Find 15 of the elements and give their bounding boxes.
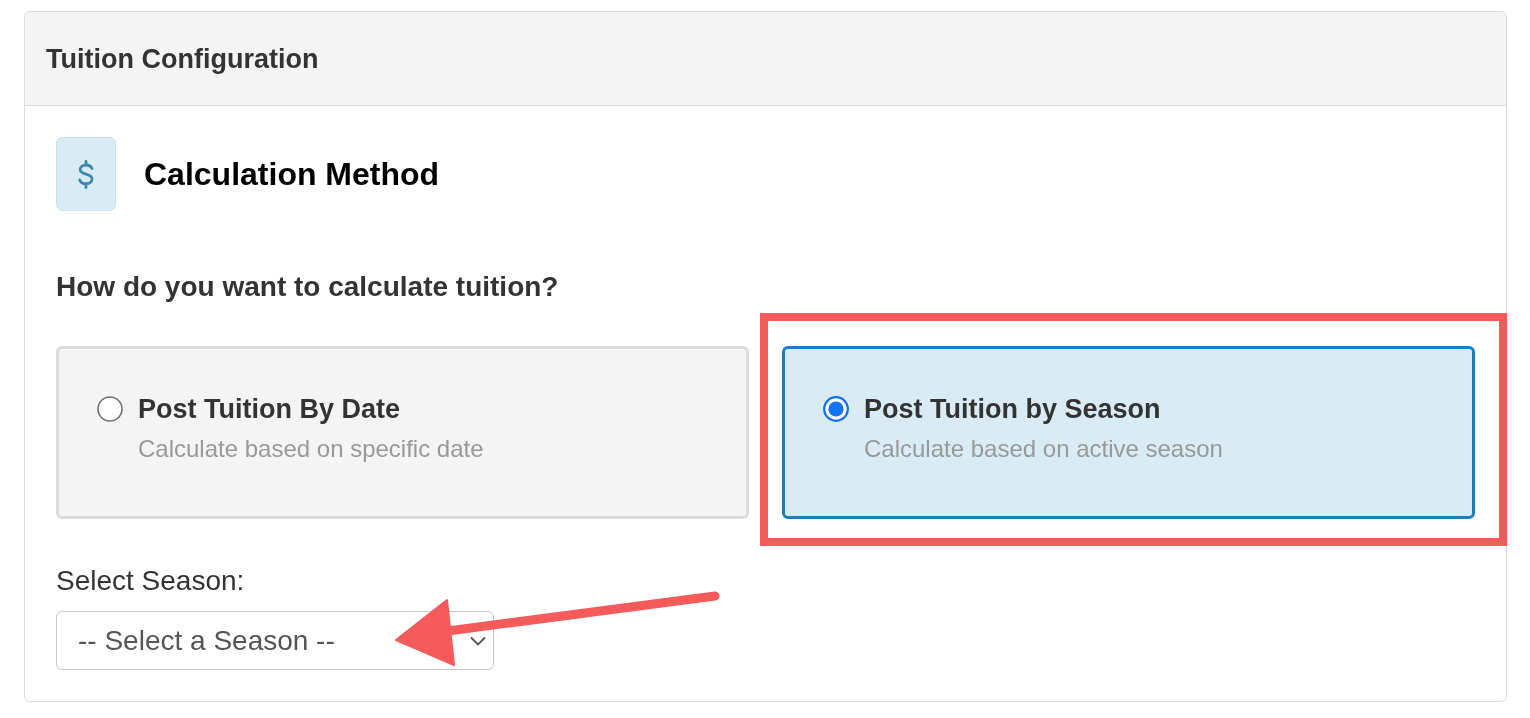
radio-button[interactable] bbox=[97, 396, 123, 422]
select-label: Select Season: bbox=[56, 565, 246, 597]
section-heading: Calculation Method bbox=[144, 155, 440, 193]
option-card[interactable]: Post Tuition By Date Calculate based on specific date bbox=[56, 346, 749, 519]
panel-title: Tuition Configuration bbox=[46, 42, 319, 75]
option-description: Calculate based on specific date bbox=[138, 435, 485, 463]
question-text: How do you want to calculate tuition? bbox=[56, 271, 560, 303]
radio-button[interactable] bbox=[823, 396, 849, 422]
option-title: Post Tuition By Date bbox=[138, 393, 400, 425]
chevron-down-icon bbox=[470, 635, 486, 646]
season-select[interactable]: -- Select a Season -- bbox=[56, 611, 494, 670]
dollar-icon bbox=[56, 137, 116, 211]
option-title: Post Tuition by Season bbox=[864, 393, 1161, 425]
option-description: Calculate based on active season bbox=[864, 435, 1224, 463]
option-card[interactable]: Post Tuition by Season Calculate based on active season bbox=[782, 346, 1475, 519]
